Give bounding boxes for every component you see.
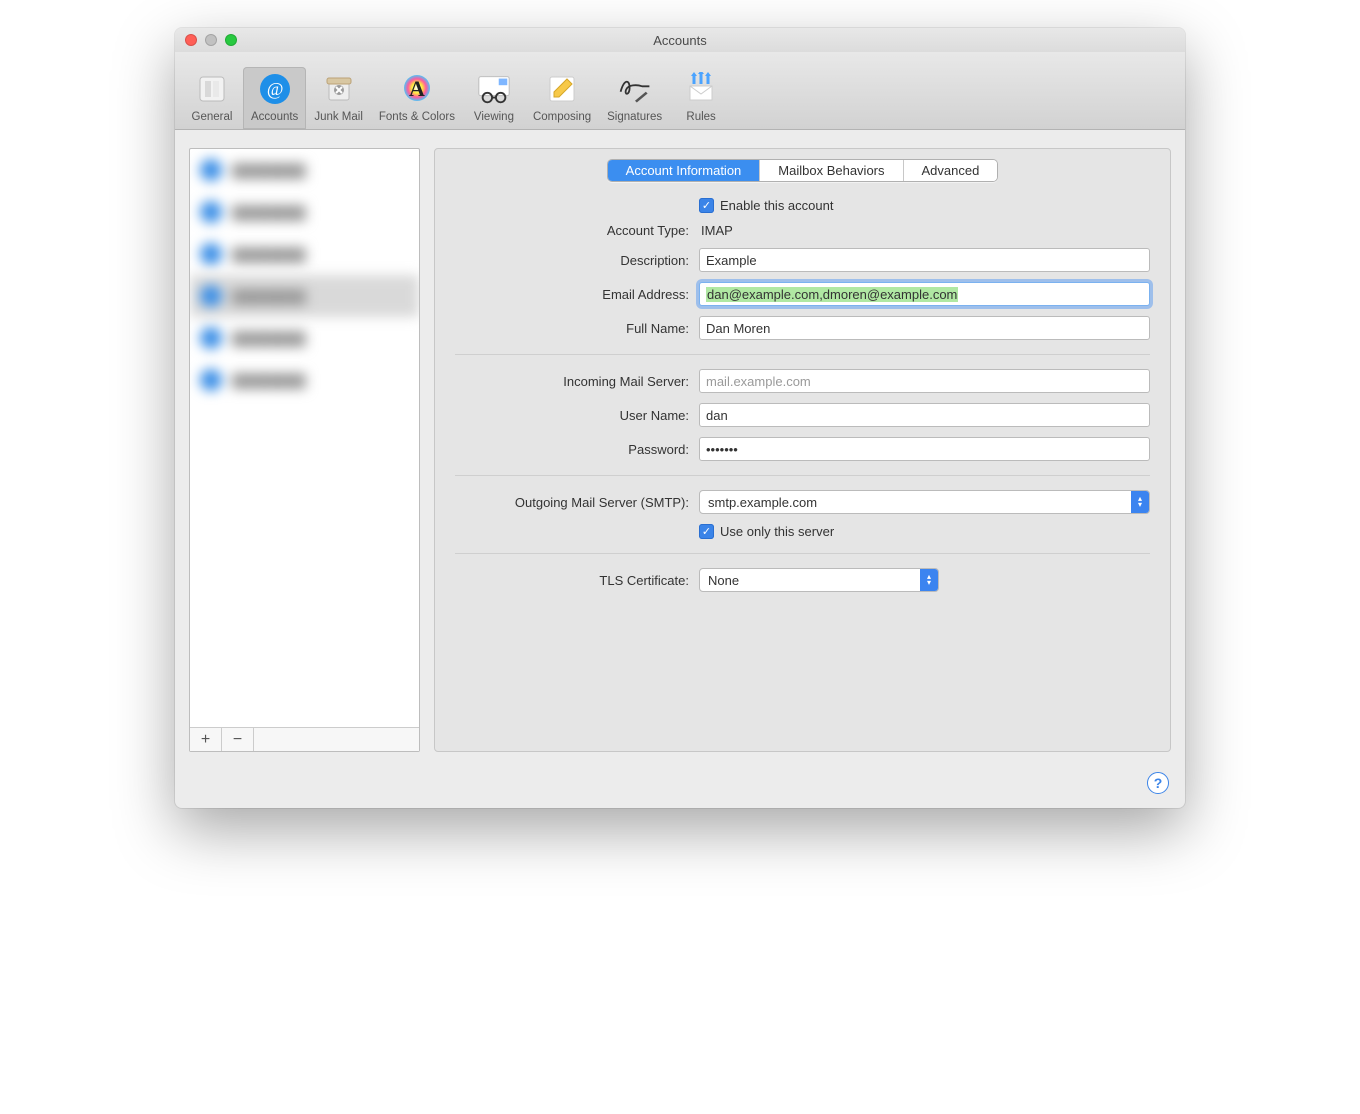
tab-account-information[interactable]: Account Information (608, 160, 761, 181)
account-type-value: IMAP (699, 223, 733, 238)
checkmark-icon: ✓ (699, 198, 714, 213)
detail-tabs: Account Information Mailbox Behaviors Ad… (449, 159, 1156, 182)
toolbar-accounts[interactable]: @ Accounts (243, 67, 306, 129)
toolbar-viewing[interactable]: Viewing (463, 67, 525, 129)
enable-account-label: Enable this account (720, 198, 833, 213)
account-type-label: Account Type: (455, 223, 699, 238)
toolbar-junk-mail[interactable]: Junk Mail (306, 67, 371, 129)
toolbar-label: Composing (533, 111, 591, 123)
help-area: ? (175, 766, 1185, 808)
preferences-toolbar: General @ Accounts Junk Mail A Fonts & C… (175, 52, 1185, 130)
toolbar-label: Fonts & Colors (379, 111, 455, 123)
enable-account-checkbox[interactable]: ✓ Enable this account (699, 198, 833, 213)
smtp-label: Outgoing Mail Server (SMTP): (455, 495, 699, 510)
toolbar-label: Signatures (607, 111, 662, 123)
toolbar-label: Viewing (474, 111, 514, 123)
password-field[interactable] (699, 437, 1150, 461)
composing-icon (544, 71, 580, 107)
toolbar-label: Rules (686, 111, 715, 123)
toolbar-label: General (192, 111, 233, 123)
rules-icon (683, 71, 719, 107)
fonts-colors-icon: A (399, 71, 435, 107)
toolbar-label: Accounts (251, 111, 298, 123)
account-row[interactable]: ████████ (190, 359, 419, 401)
description-field[interactable] (699, 248, 1150, 272)
window-title: Accounts (175, 33, 1185, 48)
password-label: Password: (455, 442, 699, 457)
email-value: dan@example.com,dmoren@example.com (706, 287, 958, 302)
add-account-button[interactable]: + (190, 728, 222, 751)
account-row[interactable]: ████████ (190, 275, 419, 317)
titlebar: Accounts (175, 28, 1185, 52)
content-area: ████████ ████████ ████████ ████████ ████… (175, 130, 1185, 766)
incoming-server-field[interactable] (699, 369, 1150, 393)
accounts-icon: @ (257, 71, 293, 107)
username-label: User Name: (455, 408, 699, 423)
tab-mailbox-behaviors[interactable]: Mailbox Behaviors (760, 160, 903, 181)
account-form: ✓ Enable this account Account Type: IMAP… (449, 198, 1156, 592)
smtp-popup[interactable]: smtp.example.com (699, 490, 1150, 514)
use-only-server-label: Use only this server (720, 524, 834, 539)
signatures-icon (617, 71, 653, 107)
viewing-icon (476, 71, 512, 107)
divider (455, 475, 1150, 476)
fullname-field[interactable] (699, 316, 1150, 340)
help-button[interactable]: ? (1147, 772, 1169, 794)
junk-mail-icon (321, 71, 357, 107)
toolbar-label: Junk Mail (314, 111, 363, 123)
account-detail-panel: Account Information Mailbox Behaviors Ad… (434, 148, 1171, 752)
smtp-value: smtp.example.com (708, 495, 817, 510)
fullname-label: Full Name: (455, 321, 699, 336)
tls-value: None (708, 573, 739, 588)
divider (455, 553, 1150, 554)
incoming-server-label: Incoming Mail Server: (455, 374, 699, 389)
toolbar-signatures[interactable]: Signatures (599, 67, 670, 129)
remove-account-button[interactable]: − (222, 728, 254, 751)
account-row[interactable]: ████████ (190, 233, 419, 275)
chevron-updown-icon (1131, 491, 1149, 513)
accounts-list[interactable]: ████████ ████████ ████████ ████████ ████… (190, 149, 419, 727)
svg-text:A: A (409, 76, 425, 101)
svg-text:@: @ (266, 79, 283, 99)
divider (455, 354, 1150, 355)
tls-popup[interactable]: None (699, 568, 939, 592)
description-label: Description: (455, 253, 699, 268)
tls-label: TLS Certificate: (455, 573, 699, 588)
toolbar-general[interactable]: General (181, 67, 243, 129)
preferences-window: Accounts General @ Accounts Junk Mail A (175, 28, 1185, 808)
email-field[interactable]: dan@example.com,dmoren@example.com (699, 282, 1150, 306)
tab-advanced[interactable]: Advanced (904, 160, 998, 181)
general-icon (194, 71, 230, 107)
checkmark-icon: ✓ (699, 524, 714, 539)
account-row[interactable]: ████████ (190, 149, 419, 191)
toolbar-composing[interactable]: Composing (525, 67, 599, 129)
account-row[interactable]: ████████ (190, 317, 419, 359)
toolbar-fonts-colors[interactable]: A Fonts & Colors (371, 67, 463, 129)
chevron-updown-icon (920, 569, 938, 591)
accounts-sidebar: ████████ ████████ ████████ ████████ ████… (189, 148, 420, 752)
account-row[interactable]: ████████ (190, 191, 419, 233)
sidebar-footer: + − (190, 727, 419, 751)
use-only-server-checkbox[interactable]: ✓ Use only this server (699, 524, 834, 539)
username-field[interactable] (699, 403, 1150, 427)
toolbar-rules[interactable]: Rules (670, 67, 732, 129)
email-label: Email Address: (455, 287, 699, 302)
